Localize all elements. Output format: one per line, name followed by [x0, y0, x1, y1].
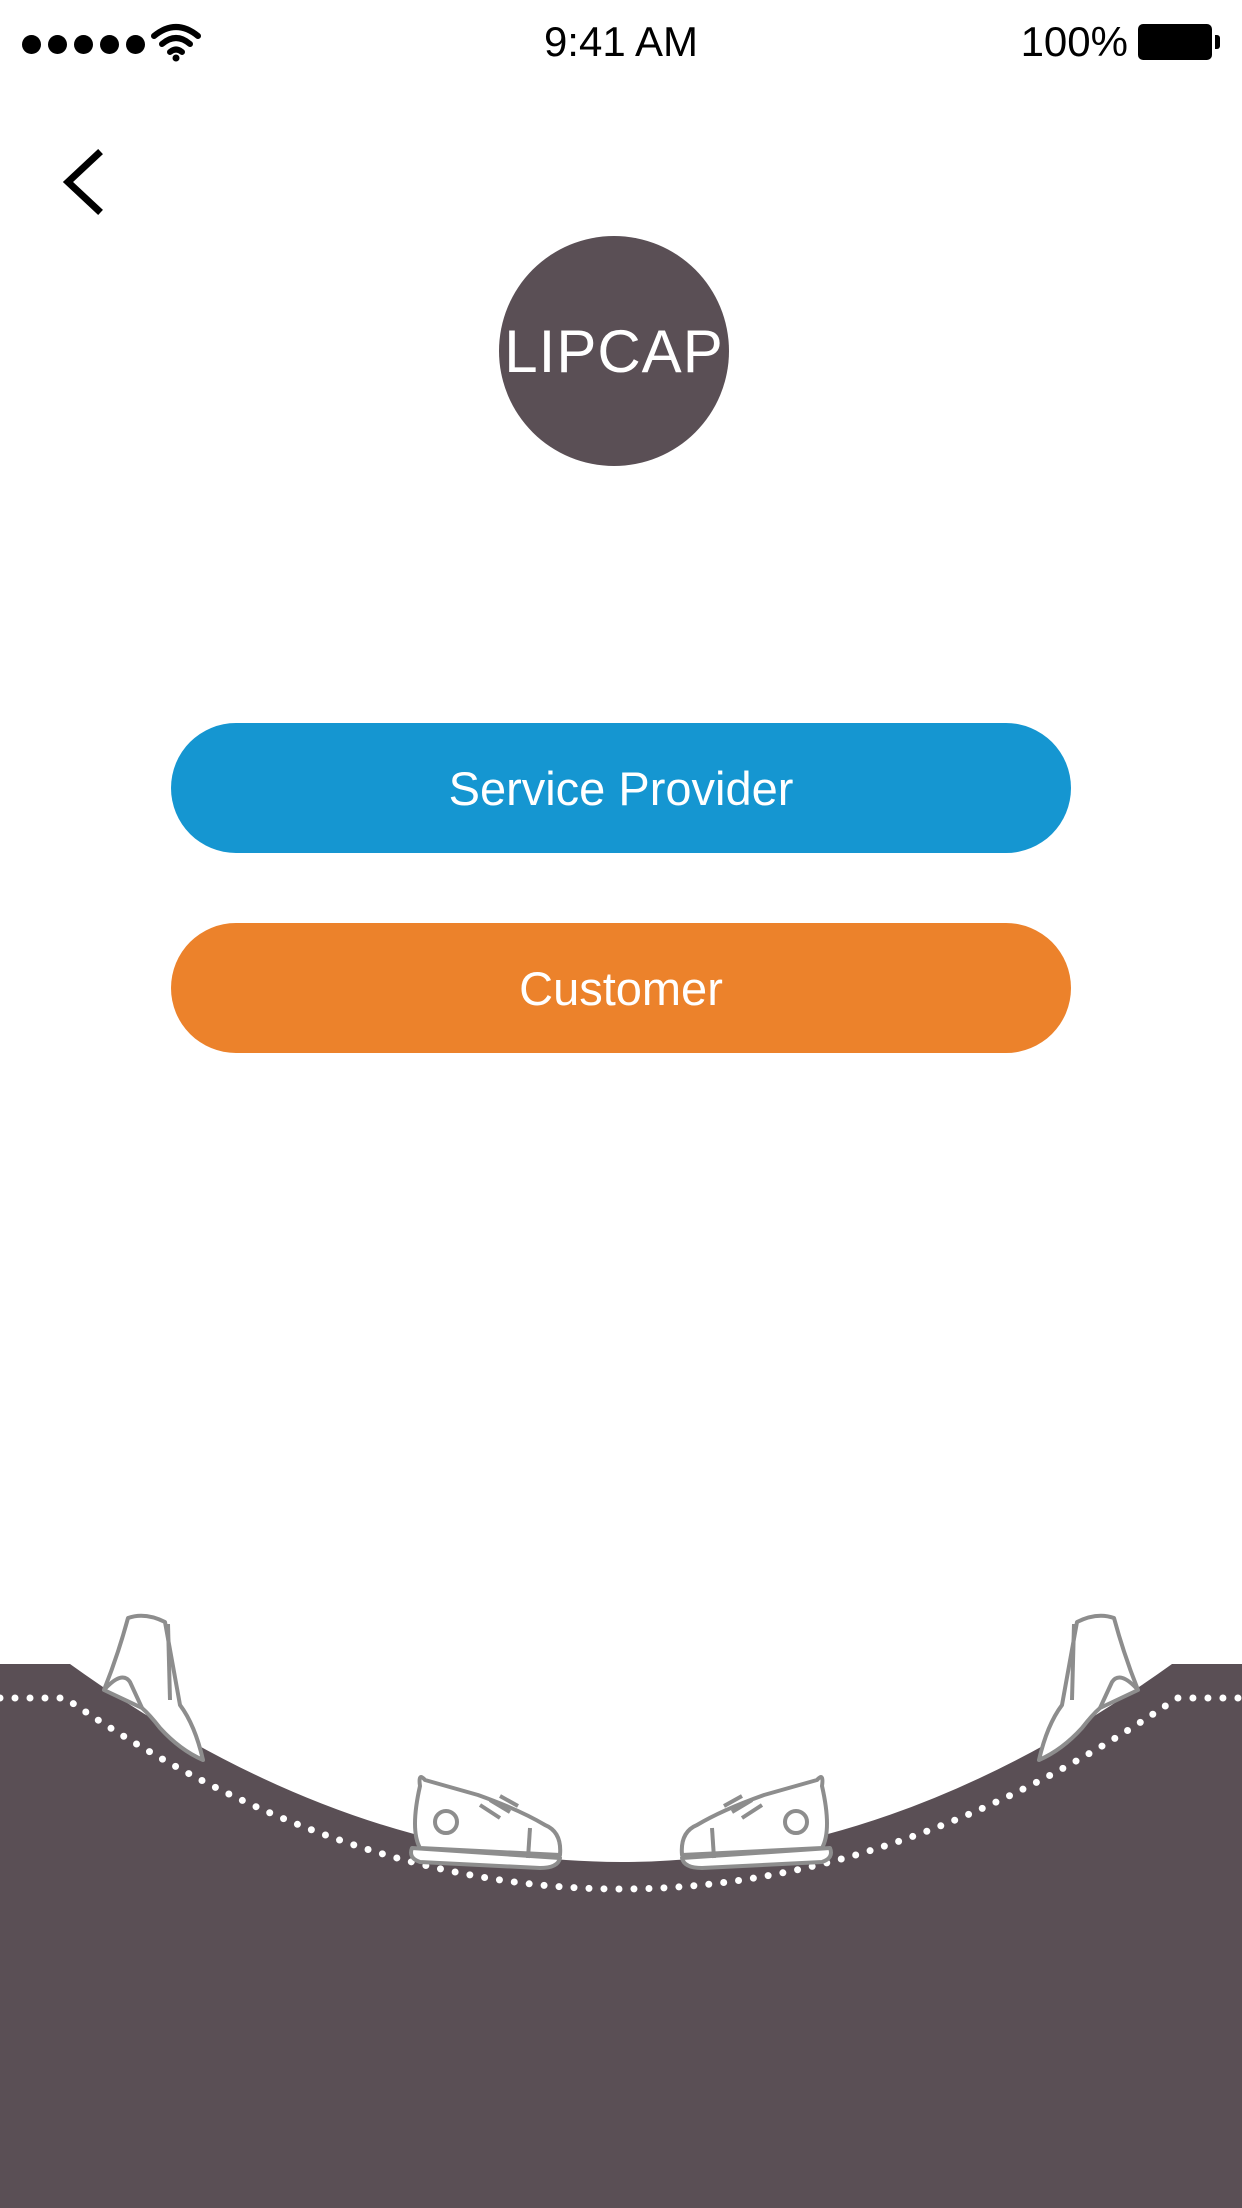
battery-percent: 100% — [1020, 18, 1128, 65]
service-provider-label: Service Provider — [448, 761, 794, 815]
app-logo: LIPCAP — [499, 236, 729, 466]
customer-label: Customer — [519, 961, 723, 1015]
footer-decoration — [0, 1613, 1242, 2208]
battery-icon — [1138, 24, 1220, 60]
customer-button[interactable]: Customer — [171, 923, 1071, 1053]
sneaker-icon — [409, 1775, 563, 1870]
service-provider-button[interactable]: Service Provider — [171, 723, 1071, 853]
status-bar: 9:41 AM 100% — [0, 0, 1242, 86]
chevron-left-icon[interactable] — [48, 142, 128, 222]
logo-text: LIPCAP — [504, 317, 724, 385]
sneaker-icon — [679, 1775, 833, 1870]
